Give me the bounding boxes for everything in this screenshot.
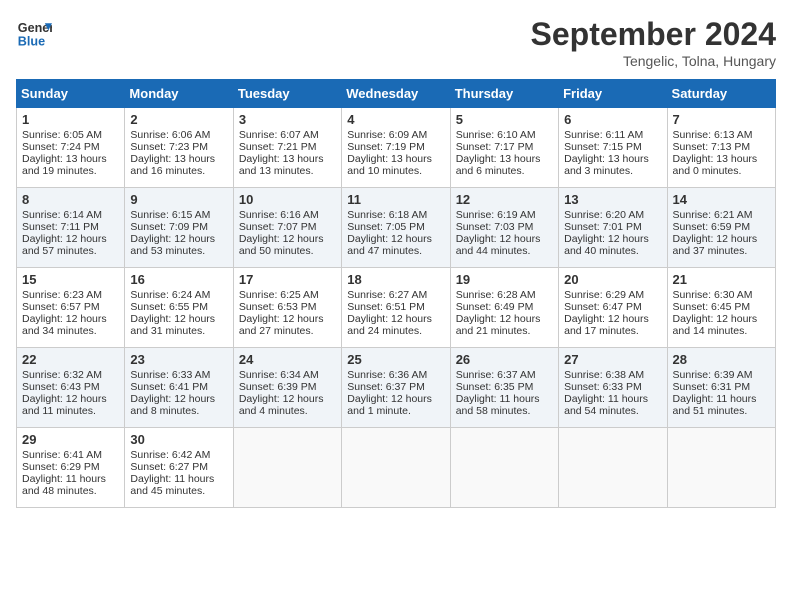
logo: General Blue [16, 16, 52, 52]
day-5: 5 Sunrise: 6:10 AM Sunset: 7:17 PM Dayli… [450, 108, 558, 188]
day-7: 7 Sunrise: 6:13 AM Sunset: 7:13 PM Dayli… [667, 108, 775, 188]
day-29: 29 Sunrise: 6:41 AM Sunset: 6:29 PM Dayl… [17, 428, 125, 508]
week-row-2: 8 Sunrise: 6:14 AM Sunset: 7:11 PM Dayli… [17, 188, 776, 268]
day-24: 24 Sunrise: 6:34 AM Sunset: 6:39 PM Dayl… [233, 348, 341, 428]
week-row-1: 1 Sunrise: 6:05 AM Sunset: 7:24 PM Dayli… [17, 108, 776, 188]
day-23: 23 Sunrise: 6:33 AM Sunset: 6:41 PM Dayl… [125, 348, 233, 428]
empty-cell [667, 428, 775, 508]
day-18: 18 Sunrise: 6:27 AM Sunset: 6:51 PM Dayl… [342, 268, 450, 348]
header-friday: Friday [559, 80, 667, 108]
day-26: 26 Sunrise: 6:37 AM Sunset: 6:35 PM Dayl… [450, 348, 558, 428]
day-21: 21 Sunrise: 6:30 AM Sunset: 6:45 PM Dayl… [667, 268, 775, 348]
empty-cell [450, 428, 558, 508]
day-13: 13 Sunrise: 6:20 AM Sunset: 7:01 PM Dayl… [559, 188, 667, 268]
title-block: September 2024 Tengelic, Tolna, Hungary [531, 16, 776, 69]
day-30: 30 Sunrise: 6:42 AM Sunset: 6:27 PM Dayl… [125, 428, 233, 508]
day-11: 11 Sunrise: 6:18 AM Sunset: 7:05 PM Dayl… [342, 188, 450, 268]
day-25: 25 Sunrise: 6:36 AM Sunset: 6:37 PM Dayl… [342, 348, 450, 428]
day-6: 6 Sunrise: 6:11 AM Sunset: 7:15 PM Dayli… [559, 108, 667, 188]
day-17: 17 Sunrise: 6:25 AM Sunset: 6:53 PM Dayl… [233, 268, 341, 348]
day-14: 14 Sunrise: 6:21 AM Sunset: 6:59 PM Dayl… [667, 188, 775, 268]
location: Tengelic, Tolna, Hungary [531, 53, 776, 69]
empty-cell [233, 428, 341, 508]
month-year: September 2024 [531, 16, 776, 53]
day-19: 19 Sunrise: 6:28 AM Sunset: 6:49 PM Dayl… [450, 268, 558, 348]
logo-icon: General Blue [16, 16, 52, 52]
day-9: 9 Sunrise: 6:15 AM Sunset: 7:09 PM Dayli… [125, 188, 233, 268]
day-3: 3 Sunrise: 6:07 AM Sunset: 7:21 PM Dayli… [233, 108, 341, 188]
day-28: 28 Sunrise: 6:39 AM Sunset: 6:31 PM Dayl… [667, 348, 775, 428]
day-12: 12 Sunrise: 6:19 AM Sunset: 7:03 PM Dayl… [450, 188, 558, 268]
header-monday: Monday [125, 80, 233, 108]
day-27: 27 Sunrise: 6:38 AM Sunset: 6:33 PM Dayl… [559, 348, 667, 428]
week-row-3: 15 Sunrise: 6:23 AM Sunset: 6:57 PM Dayl… [17, 268, 776, 348]
header-tuesday: Tuesday [233, 80, 341, 108]
day-2: 2 Sunrise: 6:06 AM Sunset: 7:23 PM Dayli… [125, 108, 233, 188]
calendar-table: Sunday Monday Tuesday Wednesday Thursday… [16, 79, 776, 508]
day-22: 22 Sunrise: 6:32 AM Sunset: 6:43 PM Dayl… [17, 348, 125, 428]
weekday-header-row: Sunday Monday Tuesday Wednesday Thursday… [17, 80, 776, 108]
day-8: 8 Sunrise: 6:14 AM Sunset: 7:11 PM Dayli… [17, 188, 125, 268]
day-4: 4 Sunrise: 6:09 AM Sunset: 7:19 PM Dayli… [342, 108, 450, 188]
page-header: General Blue September 2024 Tengelic, To… [16, 16, 776, 69]
svg-text:Blue: Blue [18, 35, 45, 49]
day-1: 1 Sunrise: 6:05 AM Sunset: 7:24 PM Dayli… [17, 108, 125, 188]
header-wednesday: Wednesday [342, 80, 450, 108]
header-thursday: Thursday [450, 80, 558, 108]
week-row-5: 29 Sunrise: 6:41 AM Sunset: 6:29 PM Dayl… [17, 428, 776, 508]
day-16: 16 Sunrise: 6:24 AM Sunset: 6:55 PM Dayl… [125, 268, 233, 348]
empty-cell [559, 428, 667, 508]
empty-cell [342, 428, 450, 508]
week-row-4: 22 Sunrise: 6:32 AM Sunset: 6:43 PM Dayl… [17, 348, 776, 428]
day-15: 15 Sunrise: 6:23 AM Sunset: 6:57 PM Dayl… [17, 268, 125, 348]
header-saturday: Saturday [667, 80, 775, 108]
day-20: 20 Sunrise: 6:29 AM Sunset: 6:47 PM Dayl… [559, 268, 667, 348]
header-sunday: Sunday [17, 80, 125, 108]
day-10: 10 Sunrise: 6:16 AM Sunset: 7:07 PM Dayl… [233, 188, 341, 268]
